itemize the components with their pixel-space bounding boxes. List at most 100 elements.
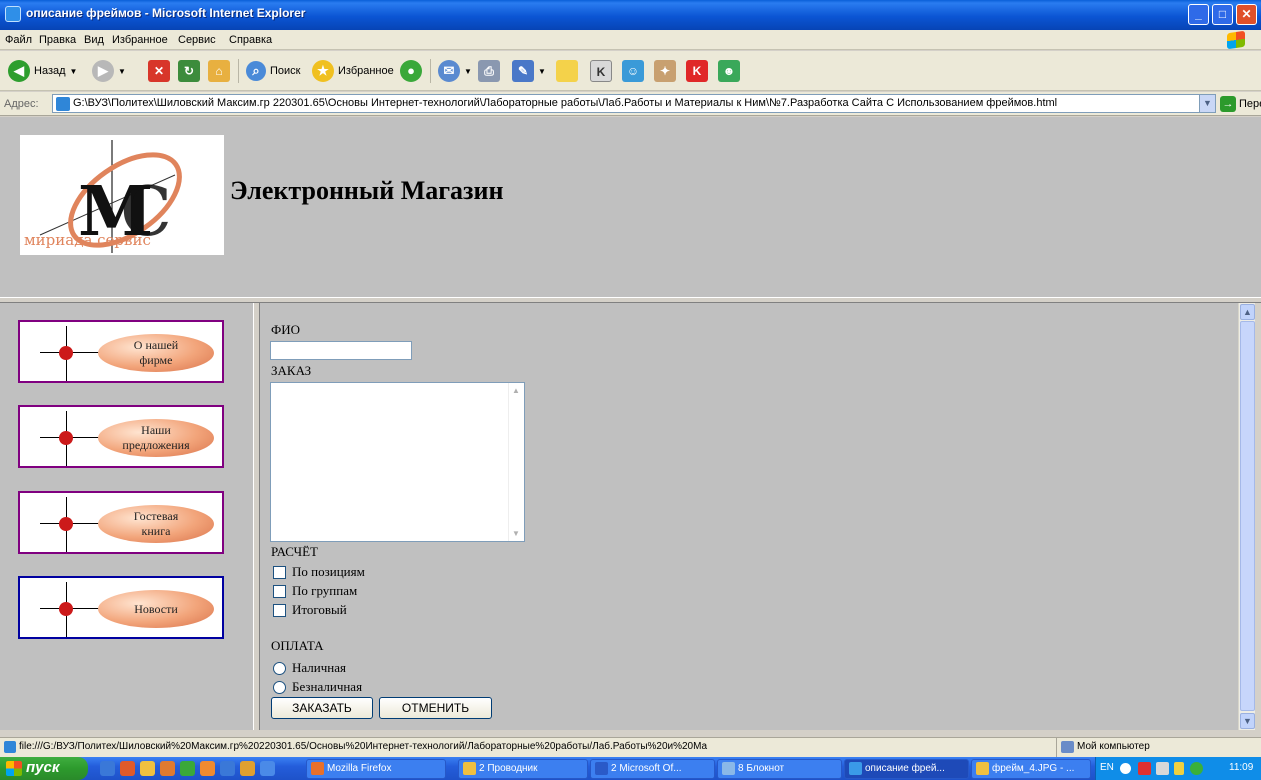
windows-flag-icon bbox=[6, 761, 22, 776]
status-tray-icon[interactable] bbox=[1190, 762, 1203, 775]
order-textarea[interactable]: ▲ ▼ bbox=[270, 382, 525, 542]
users-button[interactable]: ☻ bbox=[718, 57, 740, 85]
maximize-button[interactable]: □ bbox=[1212, 4, 1233, 25]
nav-pill: Наши предложения bbox=[98, 419, 214, 457]
red-dot-icon bbox=[59, 431, 73, 445]
scroll-up-icon[interactable]: ▲ bbox=[512, 386, 520, 395]
taskbar-item-firefox[interactable]: Mozilla Firefox bbox=[306, 759, 446, 779]
scroll-up-icon[interactable]: ▲ bbox=[1240, 304, 1255, 320]
menu-view[interactable]: Вид bbox=[84, 34, 104, 46]
textarea-scrollbar[interactable]: ▲ ▼ bbox=[508, 383, 524, 541]
refresh-button[interactable]: ↻ bbox=[178, 57, 200, 85]
notes-button[interactable] bbox=[556, 57, 578, 85]
address-dropdown-icon[interactable]: ▼ bbox=[1199, 94, 1216, 113]
site-title: Электронный Магазин bbox=[230, 176, 504, 205]
nav-guestbook-button[interactable]: Гостевая книга bbox=[18, 491, 224, 554]
window-title: описание фреймов - Microsoft Internet Ex… bbox=[26, 6, 306, 20]
taskbar-item-image[interactable]: фрейм_4.JPG - ... bbox=[971, 759, 1091, 779]
quicklaunch-icon[interactable] bbox=[220, 761, 235, 776]
ie-icon bbox=[5, 6, 21, 22]
kaspersky-button[interactable]: K bbox=[686, 57, 708, 85]
red-dot-icon bbox=[59, 346, 73, 360]
taskbar-item-explorer[interactable]: 2 Проводник bbox=[458, 759, 588, 779]
scroll-down-icon[interactable]: ▼ bbox=[1240, 713, 1255, 729]
collapse-tray-icon[interactable] bbox=[1120, 763, 1131, 774]
menu-file[interactable]: Файл bbox=[5, 34, 32, 46]
red-dot-icon bbox=[59, 602, 73, 616]
menu-edit[interactable]: Правка bbox=[39, 34, 76, 46]
notes-icon bbox=[556, 60, 578, 82]
scrollbar-thumb[interactable] bbox=[1240, 321, 1255, 711]
start-button[interactable]: пуск bbox=[0, 757, 88, 780]
back-button[interactable]: ◀ Назад ▼ bbox=[8, 57, 77, 85]
red-dot-icon bbox=[59, 517, 73, 531]
minimize-button[interactable]: _ bbox=[1188, 4, 1209, 25]
quicklaunch-icon[interactable] bbox=[100, 761, 115, 776]
menu-tools[interactable]: Сервис bbox=[178, 34, 216, 46]
order-cancel-button[interactable]: ОТМЕНИТЬ bbox=[379, 697, 492, 719]
stop-button[interactable]: ✕ bbox=[148, 57, 170, 85]
k-button[interactable]: K bbox=[590, 57, 612, 85]
payment-cash-radio[interactable] bbox=[273, 662, 286, 675]
media-button[interactable]: ● bbox=[400, 57, 422, 85]
messenger-icon: ☺ bbox=[622, 60, 644, 82]
home-icon: ⌂ bbox=[208, 60, 230, 82]
language-indicator[interactable]: EN bbox=[1100, 762, 1114, 773]
quicklaunch-icon[interactable] bbox=[200, 761, 215, 776]
address-bar: Адрес: G:\ВУЗ\Политех\Шиловский Максим.г… bbox=[0, 92, 1261, 116]
edit-button[interactable]: ✎ ▼ bbox=[512, 57, 546, 85]
nav-label-line1: Гостевая bbox=[133, 509, 179, 523]
nav-offers-button[interactable]: Наши предложения bbox=[18, 405, 224, 468]
messenger-button[interactable]: ☺ bbox=[622, 57, 644, 85]
folder-icon bbox=[463, 762, 476, 775]
calc-label: РАСЧЁТ bbox=[271, 544, 318, 559]
research-button[interactable]: ✦ bbox=[654, 57, 676, 85]
back-arrow-icon: ◀ bbox=[8, 60, 30, 82]
volume-tray-icon[interactable] bbox=[1174, 762, 1184, 775]
page-icon bbox=[56, 97, 70, 111]
status-bar: file:///G:/ВУЗ/Политех/Шиловский%20Макси… bbox=[0, 737, 1261, 757]
menu-favorites[interactable]: Избранное bbox=[112, 34, 168, 46]
order-submit-button[interactable]: ЗАКАЗАТЬ bbox=[271, 697, 373, 719]
quicklaunch-icon[interactable] bbox=[180, 761, 195, 776]
go-button[interactable]: Переход bbox=[1239, 98, 1261, 110]
go-arrow-icon[interactable]: → bbox=[1220, 96, 1236, 112]
taskbar-item-notepad[interactable]: 8 Блокнот bbox=[717, 759, 842, 779]
calc-option-label: Итоговый bbox=[292, 602, 347, 617]
calc-by-position-checkbox[interactable] bbox=[273, 566, 286, 579]
title-bar: описание фреймов - Microsoft Internet Ex… bbox=[0, 0, 1261, 30]
fio-input[interactable] bbox=[270, 341, 412, 360]
toolbar-separator bbox=[238, 59, 239, 83]
quicklaunch-icon[interactable] bbox=[120, 761, 135, 776]
page-scrollbar[interactable]: ▲ ▼ bbox=[1238, 303, 1255, 730]
nav-about-button[interactable]: О нашей фирме bbox=[18, 320, 224, 383]
nav-label-line2: фирме bbox=[139, 353, 173, 367]
kaspersky-tray-icon[interactable] bbox=[1138, 762, 1151, 775]
payment-cashless-radio[interactable] bbox=[273, 681, 286, 694]
fio-label: ФИО bbox=[271, 322, 301, 337]
network-tray-icon[interactable] bbox=[1156, 762, 1169, 775]
media-icon: ● bbox=[400, 60, 422, 82]
computer-icon bbox=[1061, 741, 1074, 753]
mail-button[interactable]: ✉ ▼ bbox=[438, 57, 472, 85]
quicklaunch-icon[interactable] bbox=[160, 761, 175, 776]
calc-total-checkbox[interactable] bbox=[273, 604, 286, 617]
search-button[interactable]: ⌕ Поиск bbox=[246, 57, 300, 85]
scroll-down-icon[interactable]: ▼ bbox=[512, 529, 520, 538]
quicklaunch-icon[interactable] bbox=[240, 761, 255, 776]
nav-news-button[interactable]: Новости bbox=[18, 576, 224, 639]
frame-splitter-vertical[interactable] bbox=[253, 303, 260, 730]
favorites-button[interactable]: ★ Избранное bbox=[312, 57, 394, 85]
address-input[interactable]: G:\ВУЗ\Политех\Шиловский Максим.гр 22030… bbox=[52, 94, 1200, 113]
forward-button[interactable]: ▶ ▼ bbox=[92, 57, 126, 85]
quicklaunch-icon[interactable] bbox=[140, 761, 155, 776]
print-button[interactable]: ⎙ bbox=[478, 57, 500, 85]
quicklaunch-icon[interactable] bbox=[260, 761, 275, 776]
taskbar-item-ie[interactable]: описание фрей... bbox=[844, 759, 969, 779]
taskbar-item-office[interactable]: 2 Microsoft Of... bbox=[590, 759, 715, 779]
menu-help[interactable]: Справка bbox=[229, 34, 272, 46]
address-value: G:\ВУЗ\Политех\Шиловский Максим.гр 22030… bbox=[73, 97, 1058, 109]
close-button[interactable]: ✕ bbox=[1236, 4, 1257, 25]
home-button[interactable]: ⌂ bbox=[208, 57, 230, 85]
calc-by-group-checkbox[interactable] bbox=[273, 585, 286, 598]
